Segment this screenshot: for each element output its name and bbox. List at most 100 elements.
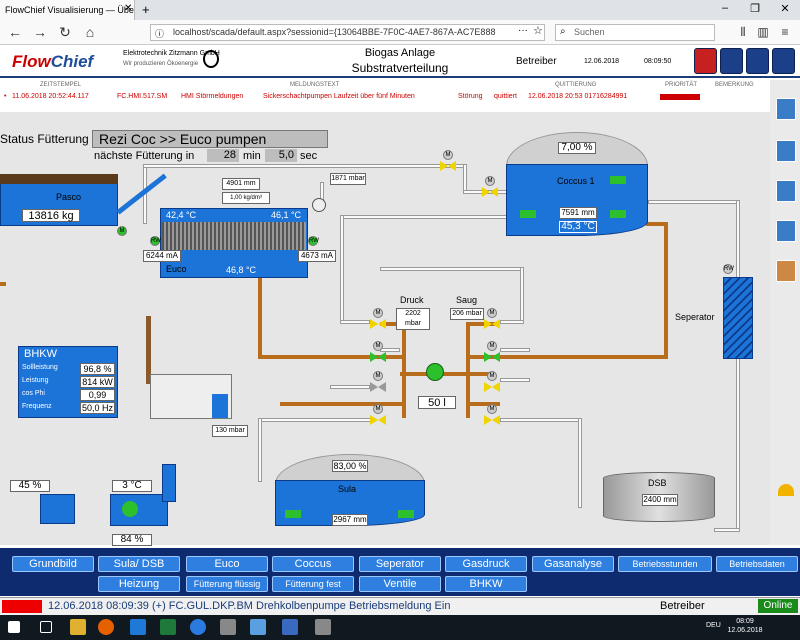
seconds-unit: sec — [300, 150, 318, 162]
library-icon[interactable]: ⫴ — [735, 25, 751, 40]
explorer-icon[interactable] — [70, 619, 86, 635]
url-bar[interactable]: localhost/scada/default.aspx?sessionid={… — [150, 24, 545, 41]
plant-detail-button[interactable] — [746, 48, 769, 74]
nav-gasanalyse[interactable]: Gasanalyse — [532, 556, 614, 572]
euco-rw-right-icon[interactable]: RW — [308, 236, 319, 246]
settings-gear-icon[interactable] — [315, 619, 331, 635]
teamviewer-icon[interactable] — [190, 619, 206, 635]
nav-sula-dsb[interactable]: Sula/ DSB — [98, 556, 180, 572]
valve-r2-icon[interactable] — [484, 352, 500, 362]
app-icon-1[interactable] — [220, 619, 236, 635]
back-icon[interactable]: ← — [5, 24, 25, 40]
separator-rw-icon[interactable]: RW — [723, 264, 734, 274]
new-tab-icon[interactable]: + — [142, 2, 150, 17]
cooler-fan-icon[interactable] — [122, 501, 138, 517]
sidebar-icon[interactable]: ▥ — [755, 25, 771, 39]
language-indicator[interactable]: DEU — [706, 622, 721, 629]
helmet-icon[interactable] — [778, 484, 794, 496]
druck-label: Druck — [400, 295, 424, 305]
valve-l1-icon[interactable] — [370, 319, 386, 329]
valve-l3-icon[interactable] — [370, 382, 386, 392]
menu-icon[interactable]: ≡ — [777, 25, 793, 39]
sidebar-screen-icon-2[interactable] — [776, 140, 796, 162]
valve-top1-icon[interactable] — [440, 161, 456, 171]
valve-r1-icon[interactable] — [484, 319, 500, 329]
sidebar-user-icon[interactable] — [776, 260, 796, 282]
alarm-text: Sickerschachtpumpen Laufzeit über fünf M… — [263, 93, 415, 100]
sula-agitator-1-icon[interactable] — [285, 510, 301, 518]
home-icon[interactable]: ⌂ — [80, 24, 100, 40]
nav-coccus[interactable]: Coccus — [272, 556, 354, 572]
valve-top2-icon[interactable] — [482, 187, 498, 197]
pasco-weight: 13816 kg — [22, 209, 80, 222]
euco-level: 4901 mm — [222, 178, 260, 190]
close-window-icon[interactable]: ✕ — [770, 2, 800, 15]
firefox-icon[interactable] — [98, 619, 114, 635]
forward-icon[interactable]: → — [30, 24, 50, 40]
coccus-level: 7591 mm — [559, 207, 597, 219]
cooler-unit[interactable] — [110, 494, 168, 526]
more-icon[interactable]: ··· — [518, 25, 528, 36]
taskbar — [0, 615, 800, 640]
plant-settings-button[interactable] — [772, 48, 795, 74]
nav-fuetterung-fest[interactable]: Fütterung fest — [272, 576, 354, 592]
coccus-agitator-3-icon[interactable] — [610, 176, 626, 184]
next-feeding-minutes: 28 — [207, 149, 239, 162]
nav-betriebsdaten[interactable]: Betriebsdaten — [716, 556, 798, 572]
nav-betriebsstunden[interactable]: Betriebsstunden — [618, 556, 712, 572]
nav-bhkw[interactable]: BHKW — [445, 576, 527, 592]
taskbar-clock[interactable]: 08:09 12.06.2018 — [725, 617, 765, 635]
valve-l4-motor-icon: M — [373, 404, 383, 414]
coccus-agitator-2-icon[interactable] — [610, 210, 626, 218]
dsb-level: 2400 mm — [642, 494, 678, 506]
task-view-icon[interactable] — [40, 621, 52, 633]
separator-label: Seperator — [675, 312, 715, 322]
minimize-icon[interactable]: – — [710, 2, 740, 14]
euco-density: 1,00 kg/dm³ — [222, 192, 270, 204]
search-input[interactable]: Suchen — [555, 24, 715, 41]
app-icon-3[interactable] — [282, 619, 298, 635]
company-slogan: Wir produzieren Ökoenergie — [123, 61, 199, 67]
sula-agitator-2-icon[interactable] — [398, 510, 414, 518]
reload-icon[interactable]: ↻ — [55, 24, 75, 41]
euco-rw-left-icon[interactable]: RW — [150, 236, 161, 246]
valve-r3-motor-icon: M — [487, 371, 497, 381]
sidebar-screen-icon-4[interactable] — [776, 220, 796, 242]
nav-grundbild[interactable]: Grundbild — [12, 556, 94, 572]
nav-ventile[interactable]: Ventile — [359, 576, 441, 592]
excel-icon[interactable] — [160, 619, 176, 635]
coccus-agitator-1-icon[interactable] — [520, 210, 536, 218]
valve-l2-icon[interactable] — [370, 352, 386, 362]
main-pump-icon[interactable] — [426, 363, 444, 381]
windows-start-icon[interactable] — [8, 621, 20, 633]
nav-heizung[interactable]: Heizung — [98, 576, 180, 592]
nav-euco[interactable]: Euco — [186, 556, 268, 572]
euco-temp-right: 46,1 °C — [268, 210, 304, 220]
close-tab-icon[interactable]: ✕ — [124, 3, 132, 14]
nav-seperator[interactable]: Seperator — [359, 556, 441, 572]
browser-tab[interactable]: FlowChief Visualisierung — Übersic — [0, 0, 135, 20]
euco-temp-left: 42,4 °C — [163, 210, 199, 220]
nav-fuetterung-fluessig[interactable]: Fütterung flüssig — [186, 576, 268, 592]
plant-overview-button[interactable] — [720, 48, 743, 74]
valve-l4-icon[interactable] — [370, 415, 386, 425]
bhkw-label-0: Sollleistung — [22, 364, 58, 371]
valve-r3-icon[interactable] — [484, 382, 500, 392]
pit-tank[interactable] — [40, 494, 75, 524]
alarm-row[interactable]: • 11.06.2018 20:52:44.117 FC.HMI.517.SM … — [0, 93, 770, 103]
sidebar-screen-icon-3[interactable] — [776, 180, 796, 202]
separator-unit[interactable] — [723, 277, 753, 359]
bookmark-star-icon[interactable]: ☆ — [533, 24, 543, 37]
edge-icon[interactable] — [130, 619, 146, 635]
status-alarm-indicator[interactable] — [2, 600, 42, 613]
col-ack: QUITTIERUNG — [555, 82, 597, 88]
euco-current-left: 6244 mA — [143, 250, 181, 262]
app-icon-2[interactable] — [250, 619, 266, 635]
euco-temp-bottom: 46,8 °C — [222, 265, 260, 275]
maximize-icon[interactable]: ❐ — [740, 2, 770, 15]
power-button[interactable] — [694, 48, 717, 74]
valve-r4-icon[interactable] — [484, 415, 500, 425]
sidebar-screen-icon-1[interactable] — [776, 98, 796, 120]
pasco-motor-icon[interactable]: M — [117, 226, 127, 236]
nav-gasdruck[interactable]: Gasdruck — [445, 556, 527, 572]
